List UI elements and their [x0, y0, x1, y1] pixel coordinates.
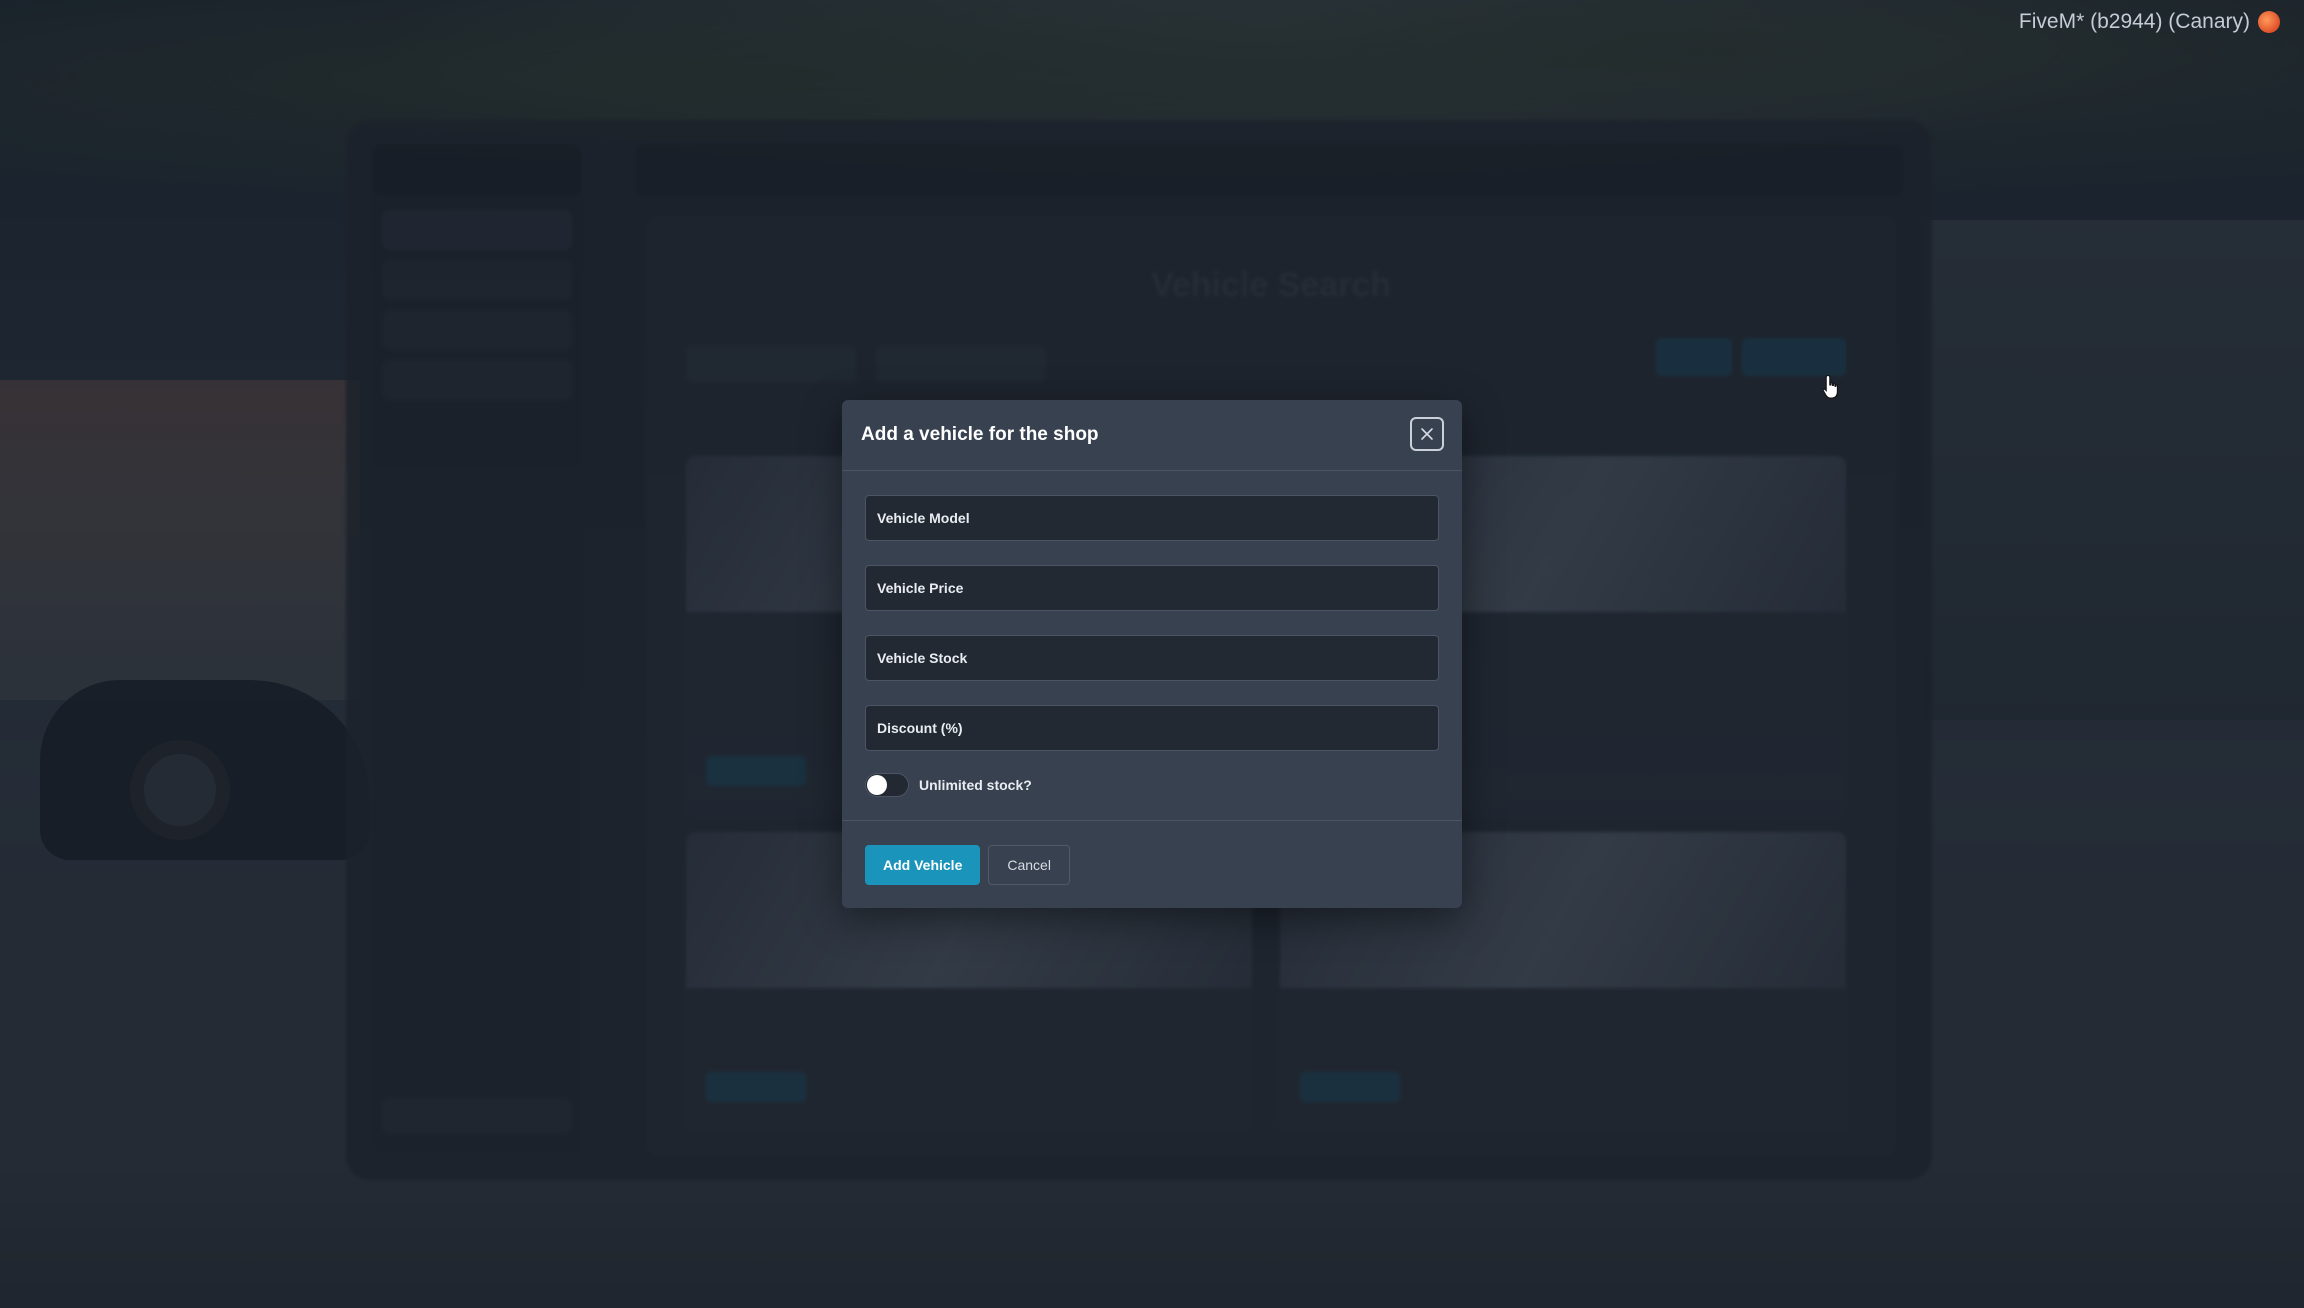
modal-body: Unlimited stock?: [842, 471, 1462, 797]
vehicle-model-input[interactable]: [877, 510, 1438, 526]
fivem-logo-icon: [2258, 11, 2280, 33]
hand-pointer-icon: [1822, 374, 1838, 399]
add-vehicle-button[interactable]: Add Vehicle: [865, 844, 981, 885]
fivem-build-label: FiveM* (b2944) (Canary): [2018, 10, 2250, 33]
vehicle-model-field-wrapper: [865, 495, 1439, 541]
vehicle-price-field-wrapper: [865, 565, 1439, 611]
vehicle-price-input[interactable]: [877, 580, 1438, 596]
unlimited-stock-label: Unlimited stock?: [919, 777, 1032, 793]
cancel-button[interactable]: Cancel: [988, 844, 1070, 885]
vehicle-stock-input[interactable]: [877, 650, 1438, 666]
modal-title: Add a vehicle for the shop: [861, 424, 1099, 445]
discount-input[interactable]: [877, 720, 1438, 736]
add-vehicle-modal: Add a vehicle for the shop Unlimited sto…: [842, 400, 1462, 908]
fivem-build-overlay: FiveM* (b2944) (Canary): [2019, 10, 2280, 34]
unlimited-stock-toggle[interactable]: [865, 773, 909, 797]
modal-footer: Add Vehicle Cancel: [842, 820, 1462, 908]
close-button[interactable]: [1410, 417, 1444, 451]
close-icon: [1421, 428, 1433, 440]
vehicle-stock-field-wrapper: [865, 635, 1439, 681]
modal-header: Add a vehicle for the shop: [842, 400, 1462, 471]
unlimited-stock-row: Unlimited stock?: [865, 773, 1439, 797]
toggle-knob: [867, 775, 887, 795]
discount-field-wrapper: [865, 705, 1439, 751]
